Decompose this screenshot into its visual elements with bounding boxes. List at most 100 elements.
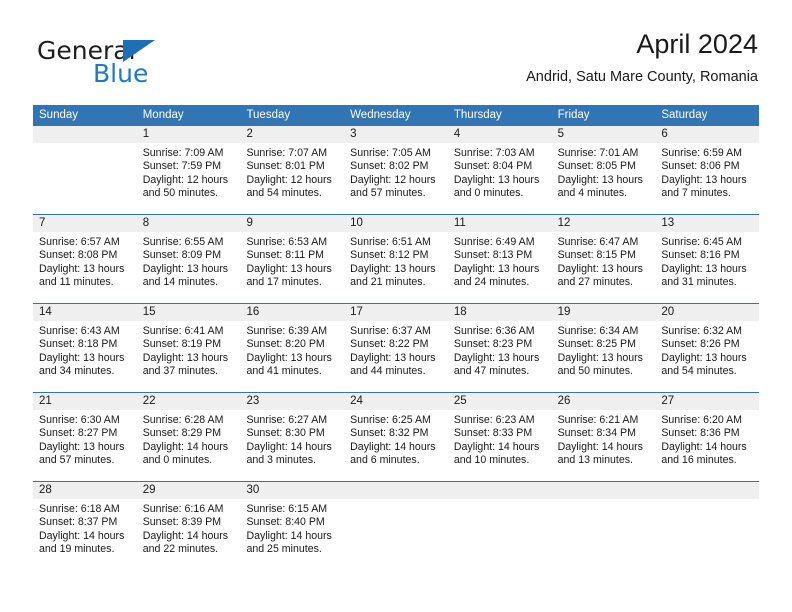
- day-cell[interactable]: Sunrise: 6:28 AM Sunset: 8:29 PM Daylight:…: [137, 410, 241, 481]
- day-detail-line: Daylight: 12 hours: [350, 173, 436, 186]
- day-number[interactable]: 27: [655, 393, 759, 410]
- day-detail-line: Sunrise: 6:39 AM: [246, 325, 328, 337]
- day-number[interactable]: 14: [33, 304, 137, 321]
- day-number[interactable]: 16: [240, 304, 344, 321]
- day-number[interactable]: 28: [33, 482, 137, 499]
- day-detail-line: Sunrise: 6:27 AM: [246, 414, 328, 426]
- day-cell[interactable]: Sunrise: 6:27 AM Sunset: 8:30 PM Daylight:…: [240, 410, 344, 481]
- calendar-week-row: 14 15 16 17 18 19 20 Sunrise: 6:43 AM Sunset: 8:…: [33, 303, 759, 392]
- day-detail-line: and 4 minutes.: [557, 187, 628, 200]
- day-cell-empty: [33, 143, 137, 214]
- weekday-header-thursday: Thursday: [453, 109, 502, 121]
- day-detail-line: Daylight: 13 hours: [142, 351, 229, 364]
- day-number[interactable]: 21: [33, 393, 137, 410]
- day-number[interactable]: 20: [655, 304, 759, 321]
- day-number[interactable]: 5: [552, 126, 656, 143]
- day-number[interactable]: 25: [448, 393, 552, 410]
- weekday-header-row: Sunday Monday Tuesday Wednesday Thursday Frid…: [33, 105, 759, 126]
- day-cell[interactable]: Sunrise: 6:15 AM Sunset: 8:40 PM Daylight:…: [240, 499, 344, 570]
- day-detail-line: Sunset: 8:30 PM: [246, 427, 325, 440]
- day-number-empty: [33, 126, 137, 143]
- day-detail-line: Daylight: 12 hours: [246, 173, 332, 186]
- day-number[interactable]: 3: [344, 126, 448, 143]
- logo-text-blue: Blue: [93, 59, 149, 88]
- calendar-table: Sunday Monday Tuesday Wednesday Thursday Frid…: [33, 105, 759, 570]
- day-number[interactable]: 10: [344, 215, 448, 232]
- day-detail-line: Sunset: 8:39 PM: [142, 516, 222, 529]
- day-detail-line: Sunset: 8:32 PM: [350, 427, 429, 440]
- day-number[interactable]: 17: [344, 304, 448, 321]
- day-cell[interactable]: Sunrise: 6:55 AM Sunset: 8:09 PM Daylight:…: [137, 232, 241, 303]
- day-number[interactable]: 7: [33, 215, 137, 232]
- day-cell[interactable]: Sunrise: 6:36 AM Sunset: 8:23 PM Daylight:…: [448, 321, 552, 392]
- day-detail-line: Sunset: 8:19 PM: [142, 338, 222, 351]
- day-cell[interactable]: Sunrise: 6:43 AM Sunset: 8:18 PM Daylight:…: [33, 321, 137, 392]
- calendar-week-row: 7 8 9 10 11 12 13 Sunrise: 6:57 AM Sunset: 8:08 …: [33, 214, 759, 303]
- day-detail-line: Sunset: 7:59 PM: [142, 160, 222, 173]
- day-detail-line: and 27 minutes.: [557, 276, 633, 289]
- day-detail-line: and 57 minutes.: [39, 454, 115, 467]
- day-cell[interactable]: Sunrise: 6:51 AM Sunset: 8:12 PM Daylight:…: [344, 232, 448, 303]
- day-cell[interactable]: Sunrise: 6:41 AM Sunset: 8:19 PM Daylight:…: [137, 321, 241, 392]
- day-number[interactable]: 22: [137, 393, 241, 410]
- day-detail-line: Sunrise: 6:18 AM: [39, 503, 120, 515]
- day-number[interactable]: 24: [344, 393, 448, 410]
- day-number[interactable]: 26: [552, 393, 656, 410]
- day-cell[interactable]: Sunrise: 6:39 AM Sunset: 8:20 PM Daylight:…: [240, 321, 344, 392]
- day-number[interactable]: 4: [448, 126, 552, 143]
- day-cell[interactable]: Sunrise: 6:25 AM Sunset: 8:32 PM Daylight:…: [344, 410, 448, 481]
- day-number[interactable]: 19: [552, 304, 656, 321]
- day-detail-line: Sunrise: 7:09 AM: [142, 147, 224, 159]
- day-cell-empty: [552, 499, 656, 570]
- day-detail-line: Sunrise: 6:37 AM: [350, 325, 431, 337]
- day-detail-line: Sunrise: 6:28 AM: [142, 414, 224, 426]
- day-detail-line: and 47 minutes.: [453, 365, 530, 378]
- day-cell[interactable]: Sunrise: 7:03 AM Sunset: 8:04 PM Daylight:…: [448, 143, 552, 214]
- day-detail-line: Sunset: 8:02 PM: [350, 160, 429, 173]
- day-cell[interactable]: Sunrise: 6:16 AM Sunset: 8:39 PM Daylight:…: [137, 499, 241, 570]
- day-number[interactable]: 23: [240, 393, 344, 410]
- weekday-header-sunday: Sunday: [39, 109, 79, 121]
- day-number[interactable]: 12: [552, 215, 656, 232]
- day-cell[interactable]: Sunrise: 7:07 AM Sunset: 8:01 PM Daylight:…: [240, 143, 344, 214]
- weekday-header-tuesday: Tuesday: [246, 109, 291, 121]
- day-detail-line: Daylight: 14 hours: [39, 529, 125, 542]
- day-cell[interactable]: Sunrise: 6:45 AM Sunset: 8:16 PM Daylight:…: [655, 232, 759, 303]
- day-number[interactable]: 8: [137, 215, 241, 232]
- day-detail-line: Daylight: 14 hours: [142, 440, 229, 453]
- day-detail-line: Sunset: 8:34 PM: [557, 427, 636, 440]
- day-number[interactable]: 29: [137, 482, 241, 499]
- day-number[interactable]: 13: [655, 215, 759, 232]
- day-cell[interactable]: Sunrise: 6:34 AM Sunset: 8:25 PM Daylight:…: [552, 321, 656, 392]
- day-number[interactable]: 2: [240, 126, 344, 143]
- day-detail-line: Sunset: 8:40 PM: [246, 516, 325, 529]
- day-cell[interactable]: Sunrise: 6:23 AM Sunset: 8:33 PM Daylight:…: [448, 410, 552, 481]
- day-number[interactable]: 15: [137, 304, 241, 321]
- day-cell[interactable]: Sunrise: 6:30 AM Sunset: 8:27 PM Daylight:…: [33, 410, 137, 481]
- day-cell[interactable]: Sunrise: 6:49 AM Sunset: 8:13 PM Daylight:…: [448, 232, 552, 303]
- day-cell[interactable]: Sunrise: 6:18 AM Sunset: 8:37 PM Daylight:…: [33, 499, 137, 570]
- day-number[interactable]: 30: [240, 482, 344, 499]
- day-number[interactable]: 11: [448, 215, 552, 232]
- day-cell[interactable]: Sunrise: 7:09 AM Sunset: 7:59 PM Daylight:…: [137, 143, 241, 214]
- day-number[interactable]: 1: [137, 126, 241, 143]
- day-cell[interactable]: Sunrise: 6:53 AM Sunset: 8:11 PM Daylight:…: [240, 232, 344, 303]
- day-cell[interactable]: Sunrise: 7:01 AM Sunset: 8:05 PM Daylight:…: [552, 143, 656, 214]
- day-cell[interactable]: Sunrise: 6:20 AM Sunset: 8:36 PM Daylight:…: [655, 410, 759, 481]
- day-detail-line: and 31 minutes.: [661, 276, 737, 289]
- day-cell[interactable]: Sunrise: 6:21 AM Sunset: 8:34 PM Daylight:…: [552, 410, 656, 481]
- day-cell[interactable]: Sunrise: 6:59 AM Sunset: 8:06 PM Daylight:…: [655, 143, 759, 214]
- day-number[interactable]: 9: [240, 215, 344, 232]
- day-detail-line: Daylight: 13 hours: [39, 351, 125, 364]
- day-cell[interactable]: Sunrise: 6:57 AM Sunset: 8:08 PM Daylight:…: [33, 232, 137, 303]
- day-detail-line: Sunset: 8:06 PM: [661, 160, 740, 173]
- day-detail-line: Daylight: 14 hours: [557, 440, 643, 453]
- day-detail-line: Sunset: 8:33 PM: [453, 427, 533, 440]
- general-blue-logo[interactable]: General Blue: [33, 28, 253, 92]
- day-cell[interactable]: Sunrise: 6:37 AM Sunset: 8:22 PM Daylight:…: [344, 321, 448, 392]
- day-number[interactable]: 6: [655, 126, 759, 143]
- day-cell[interactable]: Sunrise: 6:32 AM Sunset: 8:26 PM Daylight:…: [655, 321, 759, 392]
- day-cell[interactable]: Sunrise: 6:47 AM Sunset: 8:15 PM Daylight:…: [552, 232, 656, 303]
- day-number[interactable]: 18: [448, 304, 552, 321]
- day-cell[interactable]: Sunrise: 7:05 AM Sunset: 8:02 PM Daylight:…: [344, 143, 448, 214]
